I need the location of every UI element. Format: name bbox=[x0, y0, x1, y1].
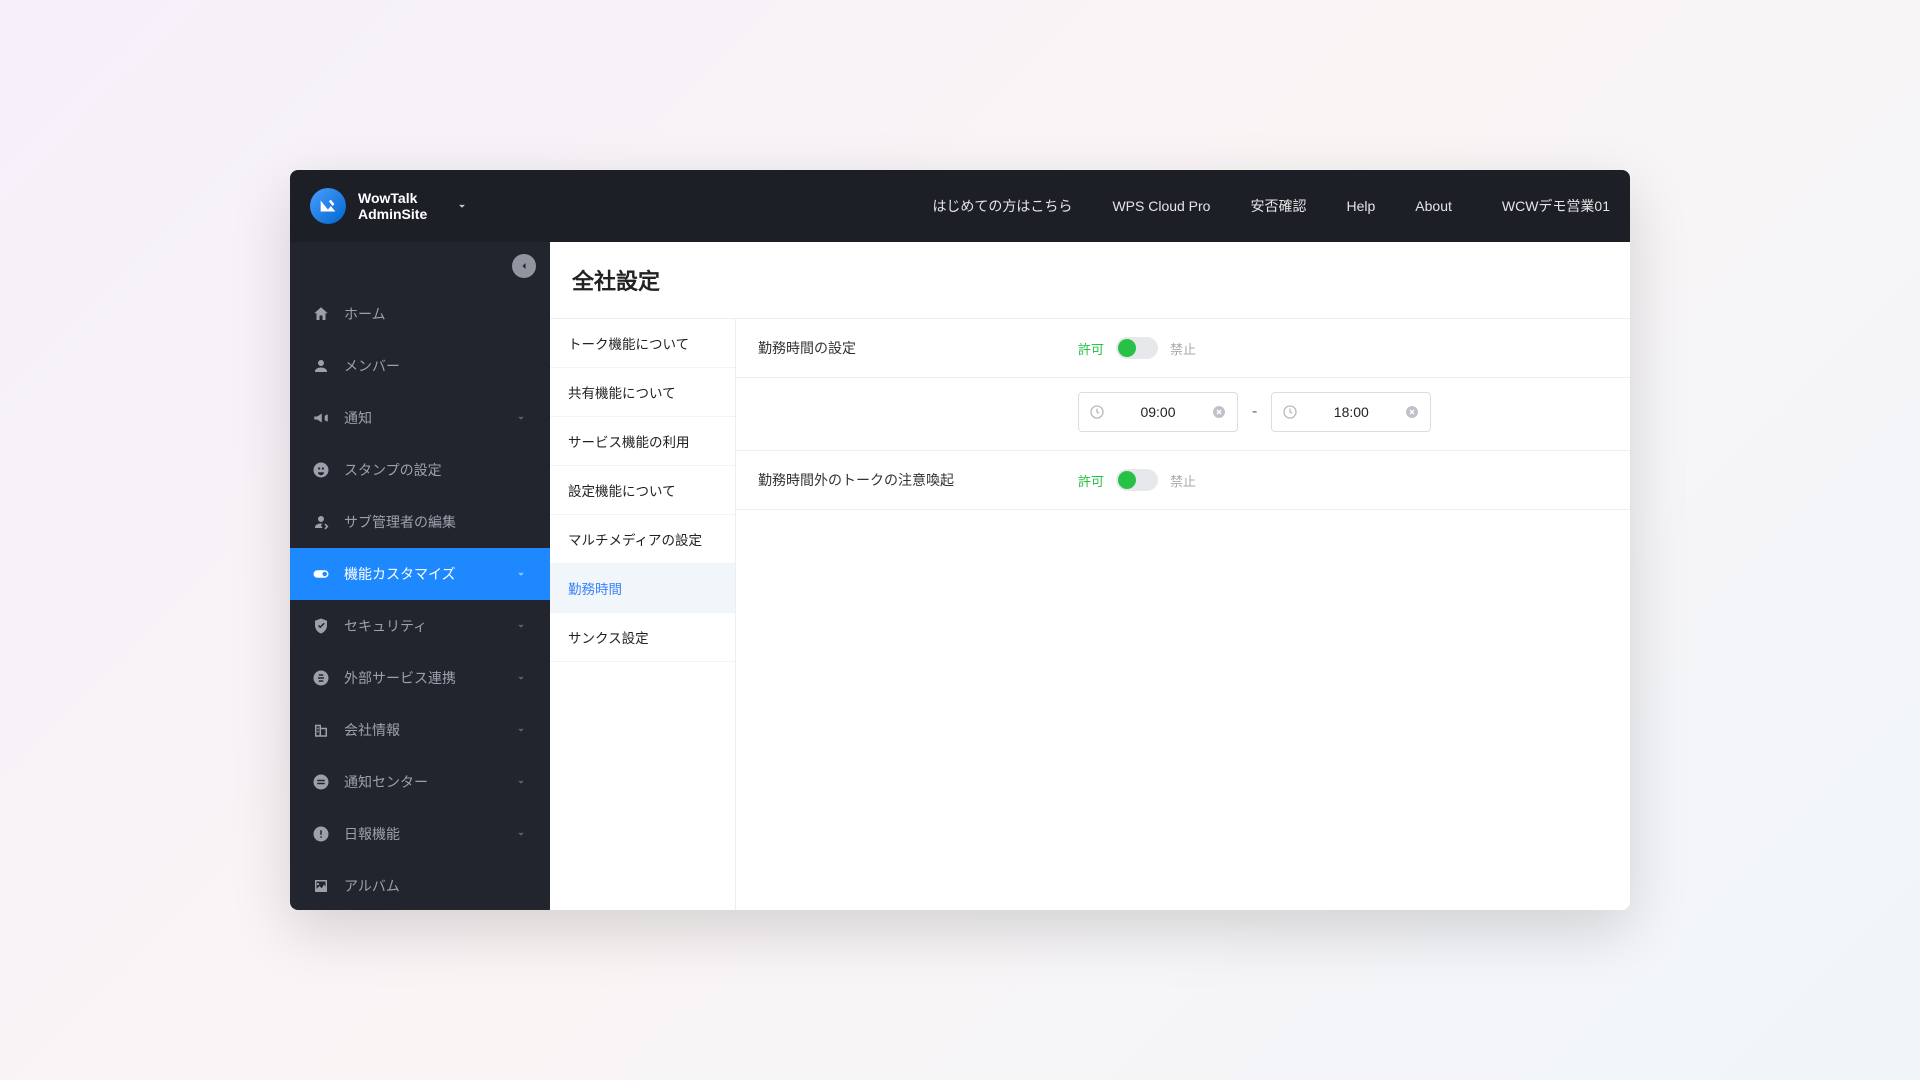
sidebar-item-label: アルバム bbox=[344, 876, 528, 896]
chevron-down-icon bbox=[514, 723, 528, 737]
toggle-knob bbox=[1118, 471, 1136, 489]
forbid-label: 禁止 bbox=[1170, 339, 1196, 358]
sidebar-item-label: サブ管理者の編集 bbox=[344, 512, 528, 532]
sub-nav: トーク機能について 共有機能について サービス機能の利用 設定機能について マル… bbox=[550, 319, 736, 910]
time-end-input[interactable]: 18:00 bbox=[1271, 392, 1431, 432]
chevron-down-icon bbox=[514, 411, 528, 425]
sidebar-item-member[interactable]: メンバー bbox=[290, 340, 550, 392]
forbid-label: 禁止 bbox=[1170, 471, 1196, 490]
sidebar-item-label: 外部サービス連携 bbox=[344, 668, 500, 688]
person-icon bbox=[312, 357, 330, 375]
permit-label: 許可 bbox=[1078, 471, 1104, 490]
building-icon bbox=[312, 721, 330, 739]
toggle-work-hours[interactable] bbox=[1116, 337, 1158, 359]
sidebar-item-notif-center[interactable]: 通知センター bbox=[290, 756, 550, 808]
sidebar-item-external[interactable]: 外部サービス連携 bbox=[290, 652, 550, 704]
sidebar-item-subadmin[interactable]: サブ管理者の編集 bbox=[290, 496, 550, 548]
time-start-value: 09:00 bbox=[1115, 404, 1201, 420]
clock-icon bbox=[1282, 404, 1298, 420]
sidebar-item-company[interactable]: 会社情報 bbox=[290, 704, 550, 756]
nav-wps[interactable]: WPS Cloud Pro bbox=[1112, 198, 1210, 214]
time-end-value: 18:00 bbox=[1308, 404, 1394, 420]
topbar: WowTalk AdminSite はじめての方はこちら WPS Cloud P… bbox=[290, 170, 1630, 242]
sidebar-item-label: スタンプの設定 bbox=[344, 460, 528, 480]
subnav-service[interactable]: サービス機能の利用 bbox=[550, 417, 735, 466]
nav-help[interactable]: Help bbox=[1346, 198, 1375, 214]
nav-safety[interactable]: 安否確認 bbox=[1250, 196, 1306, 216]
admin-icon bbox=[312, 513, 330, 531]
clock-icon bbox=[1089, 404, 1105, 420]
nav-tenant[interactable]: WCWデモ営業01 bbox=[1502, 196, 1610, 216]
permit-label: 許可 bbox=[1078, 339, 1104, 358]
sidebar-collapse-button[interactable] bbox=[512, 254, 536, 278]
time-start-input[interactable]: 09:00 bbox=[1078, 392, 1238, 432]
report-icon bbox=[312, 825, 330, 843]
setting-row-work-hours: 勤務時間の設定 許可 禁止 bbox=[736, 319, 1630, 378]
sidebar-item-label: メンバー bbox=[344, 356, 528, 376]
sidebar-item-stamp[interactable]: スタンプの設定 bbox=[290, 444, 550, 496]
image-icon bbox=[312, 877, 330, 895]
content: 全社設定 トーク機能について 共有機能について サービス機能の利用 設定機能につ… bbox=[550, 242, 1630, 910]
chevron-down-icon bbox=[514, 619, 528, 633]
top-nav: はじめての方はこちら WPS Cloud Pro 安否確認 Help About… bbox=[932, 196, 1610, 216]
sidebar-item-notification[interactable]: 通知 bbox=[290, 392, 550, 444]
list-icon bbox=[312, 773, 330, 791]
settings-panel: 勤務時間の設定 許可 禁止 09:00 bbox=[736, 319, 1630, 910]
time-range-row: 09:00 - 18:00 bbox=[736, 378, 1630, 451]
nav-first-time[interactable]: はじめての方はこちら bbox=[932, 196, 1072, 216]
sidebar-item-customize[interactable]: 機能カスタマイズ bbox=[290, 548, 550, 600]
subnav-work-hours[interactable]: 勤務時間 bbox=[550, 564, 735, 613]
sidebar-item-label: セキュリティ bbox=[344, 616, 500, 636]
subnav-settings[interactable]: 設定機能について bbox=[550, 466, 735, 515]
time-separator: - bbox=[1252, 403, 1257, 421]
sidebar: ホーム メンバー 通知 スタンプの設定 サブ管理者の編集 機能カスタマイ bbox=[290, 242, 550, 910]
page-title: 全社設定 bbox=[550, 242, 1630, 318]
subnav-share[interactable]: 共有機能について bbox=[550, 368, 735, 417]
chevron-down-icon bbox=[514, 827, 528, 841]
sidebar-item-label: 会社情報 bbox=[344, 720, 500, 740]
setting-label: 勤務時間外のトークの注意喚起 bbox=[758, 470, 1078, 490]
sidebar-item-report[interactable]: 日報機能 bbox=[290, 808, 550, 860]
setting-controls: 許可 禁止 bbox=[1078, 337, 1196, 359]
clear-icon[interactable] bbox=[1211, 404, 1227, 420]
sidebar-item-security[interactable]: セキュリティ bbox=[290, 600, 550, 652]
toggle-alert[interactable] bbox=[1116, 469, 1158, 491]
brand-line2: AdminSite bbox=[358, 206, 427, 222]
sidebar-item-label: 日報機能 bbox=[344, 824, 500, 844]
subnav-thanks[interactable]: サンクス設定 bbox=[550, 613, 735, 662]
toggle-icon bbox=[312, 565, 330, 583]
brand-dropdown-icon[interactable] bbox=[455, 199, 469, 213]
sidebar-item-home[interactable]: ホーム bbox=[290, 288, 550, 340]
link-icon bbox=[312, 669, 330, 687]
sidebar-item-album[interactable]: アルバム bbox=[290, 860, 550, 910]
setting-controls: 許可 禁止 bbox=[1078, 469, 1196, 491]
app-window: WowTalk AdminSite はじめての方はこちら WPS Cloud P… bbox=[290, 170, 1630, 910]
content-body: トーク機能について 共有機能について サービス機能の利用 設定機能について マル… bbox=[550, 318, 1630, 910]
nav-about[interactable]: About bbox=[1415, 198, 1452, 214]
logo-mark-icon bbox=[310, 188, 346, 224]
home-icon bbox=[312, 305, 330, 323]
sidebar-item-label: 通知 bbox=[344, 408, 500, 428]
body: ホーム メンバー 通知 スタンプの設定 サブ管理者の編集 機能カスタマイ bbox=[290, 242, 1630, 910]
smile-icon bbox=[312, 461, 330, 479]
setting-row-alert: 勤務時間外のトークの注意喚起 許可 禁止 bbox=[736, 451, 1630, 510]
chevron-down-icon bbox=[514, 567, 528, 581]
chevron-down-icon bbox=[514, 775, 528, 789]
subnav-talk[interactable]: トーク機能について bbox=[550, 319, 735, 368]
shield-icon bbox=[312, 617, 330, 635]
sidebar-item-label: ホーム bbox=[344, 304, 528, 324]
megaphone-icon bbox=[312, 409, 330, 427]
logo[interactable]: WowTalk AdminSite bbox=[310, 188, 469, 224]
setting-label: 勤務時間の設定 bbox=[758, 338, 1078, 358]
subnav-multimedia[interactable]: マルチメディアの設定 bbox=[550, 515, 735, 564]
chevron-down-icon bbox=[514, 671, 528, 685]
sidebar-item-label: 機能カスタマイズ bbox=[344, 564, 500, 584]
clear-icon[interactable] bbox=[1404, 404, 1420, 420]
sidebar-item-label: 通知センター bbox=[344, 772, 500, 792]
toggle-knob bbox=[1118, 339, 1136, 357]
brand-line1: WowTalk bbox=[358, 190, 427, 206]
logo-text: WowTalk AdminSite bbox=[358, 190, 427, 222]
